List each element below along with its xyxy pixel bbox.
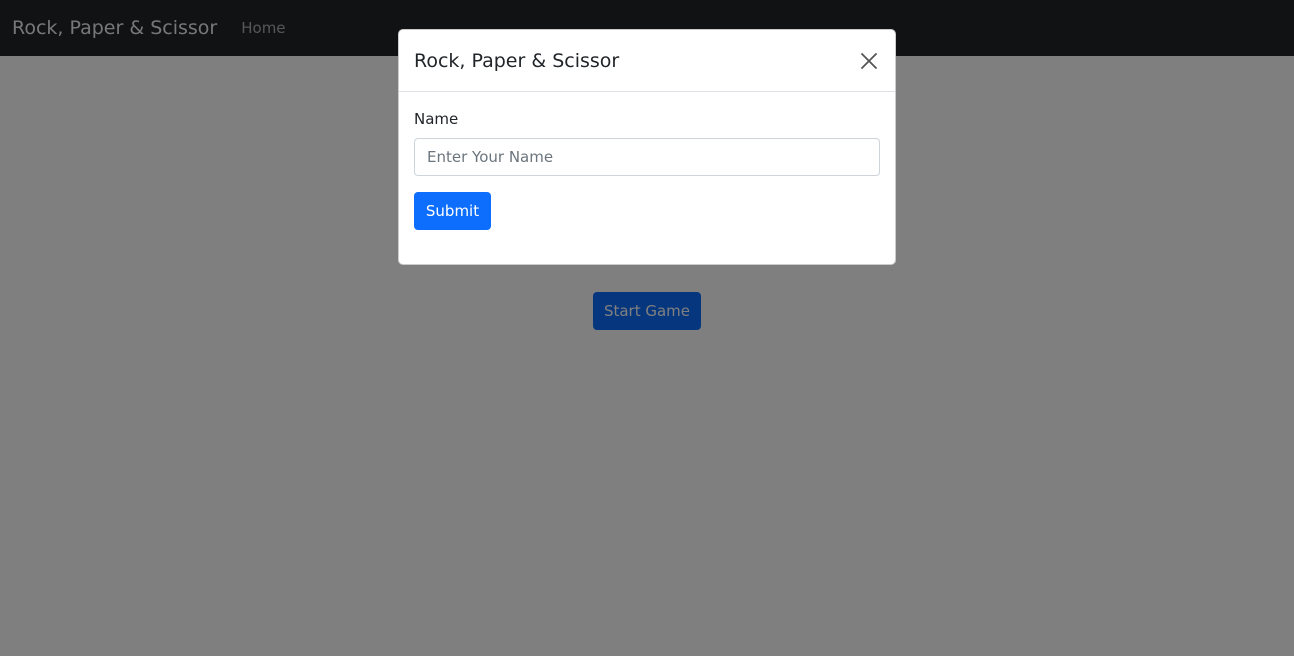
modal-title: Rock, Paper & Scissor [414,49,620,72]
name-label: Name [414,110,459,128]
name-input[interactable] [414,138,880,176]
modal-body: Name Submit [399,92,895,246]
submit-button[interactable]: Submit [414,192,491,230]
close-icon [861,52,877,69]
name-modal: Rock, Paper & Scissor Name Submit [398,29,896,265]
modal-close-button[interactable] [857,49,881,73]
modal-header: Rock, Paper & Scissor [399,30,895,92]
